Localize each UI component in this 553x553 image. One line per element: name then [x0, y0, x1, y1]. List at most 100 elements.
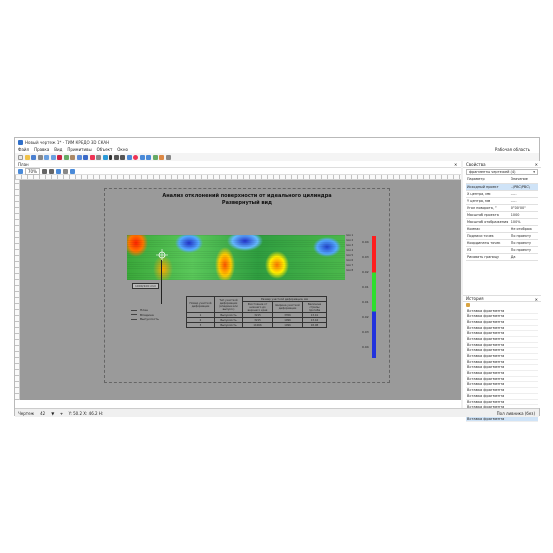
mirror-icon[interactable] [102, 154, 108, 160]
menu-view[interactable]: Вид [54, 147, 62, 152]
deformation-table: Номер участкой деформации Тип участкой д… [186, 296, 327, 328]
property-value[interactable]: 0°00'00" [509, 204, 538, 212]
property-value[interactable]: По проекту [509, 246, 538, 254]
table-header: Тип участкой деформации (впадина или вып… [214, 296, 243, 313]
cut-icon[interactable] [57, 154, 62, 160]
legend-line [131, 309, 137, 311]
menu-primitives[interactable]: Примитивы [67, 147, 91, 152]
snap-toggle-icon[interactable]: ⌖ [60, 411, 62, 416]
polyline-icon[interactable] [120, 154, 125, 160]
property-name: X центра, мм [466, 190, 510, 198]
property-name: Рисовать границу [466, 253, 510, 261]
property-row[interactable]: Рисовать границу Да [466, 253, 538, 261]
property-value[interactable]: ..\PBC\PBC\ [509, 183, 538, 191]
pan-icon[interactable] [55, 168, 61, 174]
plan-tab[interactable]: План ✕ [15, 161, 461, 168]
property-row[interactable]: X центра, мм -.-.- [466, 190, 538, 198]
drawing-subtitle: Развернутый вид [221, 200, 273, 206]
close-icon[interactable]: ✕ [535, 297, 538, 302]
rect-icon[interactable] [126, 154, 132, 160]
properties-title: Свойства [466, 161, 486, 167]
property-value[interactable]: По проекту [509, 239, 538, 247]
table-header: Величина стрелы прогиба [302, 301, 327, 313]
workspace-label[interactable]: Рабочая область [495, 147, 530, 152]
grid-icon[interactable] [62, 168, 68, 174]
close-icon[interactable]: ✕ [535, 162, 538, 167]
property-row[interactable]: Y центра, мм -.-.- [466, 197, 538, 205]
object-filter-select[interactable]: фрагменты чертежей (4) ▾ [466, 169, 538, 175]
scale-icon[interactable] [96, 154, 101, 160]
table-cell: 11066 [242, 322, 273, 328]
row-label: поя 1 [346, 234, 354, 237]
property-value[interactable]: По проекту [509, 232, 538, 240]
page-label: Пол ливника (без) [496, 410, 535, 416]
text-icon[interactable] [109, 154, 112, 160]
column-header: Значение [509, 176, 538, 184]
drawing-tab[interactable]: Чертеж [18, 411, 34, 416]
property-name: Компас [466, 225, 510, 233]
properties-header[interactable]: Свойства ✕ [463, 161, 541, 168]
save-icon[interactable] [31, 154, 36, 160]
arc-icon[interactable] [139, 154, 145, 160]
property-row[interactable]: Масштаб отображения 100% [466, 218, 538, 226]
property-value[interactable]: -.-.- [509, 190, 538, 198]
scale-label: 0.04 [362, 240, 369, 244]
list-item[interactable]: Вставка фрагмента [466, 416, 538, 423]
property-value[interactable]: -.-.- [509, 197, 538, 205]
menu-file[interactable]: Файл [18, 147, 29, 152]
print-icon[interactable] [37, 154, 43, 160]
property-value[interactable]: Да [509, 253, 538, 261]
property-row[interactable]: Подписи точек По проекту [466, 232, 538, 240]
legend-line [131, 314, 137, 316]
broom-icon[interactable] [466, 302, 538, 308]
circle-icon[interactable] [133, 154, 138, 160]
history-header[interactable]: История ✕ [463, 294, 541, 302]
chevron-down-icon: ▾ [533, 170, 535, 174]
zoom-fit-icon[interactable] [18, 168, 23, 174]
property-value[interactable]: Не отображ [509, 225, 538, 233]
zoom-select[interactable]: 70% [25, 167, 40, 175]
props-icon[interactable] [165, 154, 171, 160]
close-icon[interactable]: ✕ [454, 162, 457, 167]
property-row[interactable]: Координаты точек По проекту [466, 239, 538, 247]
new-icon[interactable] [18, 154, 23, 160]
table-header: Расстояние от нижнего до верхнего края [242, 301, 273, 313]
hatch-icon[interactable] [146, 154, 151, 160]
property-name: УЗ [466, 246, 510, 254]
scale-label: 0.03 [362, 255, 369, 259]
property-row[interactable]: Компас Не отображ [466, 225, 538, 233]
table-header-row: Параметр Значение [466, 176, 538, 184]
property-row[interactable]: УЗ По проекту [466, 246, 538, 254]
zoom-in-icon[interactable] [41, 168, 47, 174]
table-row: 3 Выпуклость 11066 1096 18.08 [186, 322, 327, 328]
table-cell: Выпуклость [214, 322, 243, 328]
app-window: Новый чертеж 1* - ТИМ КРЕДО 3D СКАН Файл… [14, 137, 541, 423]
layer-icon[interactable] [159, 154, 164, 160]
menu-object[interactable]: Объект [97, 147, 113, 152]
property-name: Угол поворота, ° [466, 204, 510, 212]
legend-line [131, 318, 137, 320]
property-row[interactable]: Угол поворота, ° 0°00'00" [466, 204, 538, 212]
menu-window[interactable]: Окно [117, 147, 128, 152]
redo-icon[interactable] [50, 154, 56, 160]
undo-icon[interactable] [44, 154, 49, 160]
paste-icon[interactable] [70, 154, 75, 160]
select-icon[interactable] [76, 154, 82, 160]
drawing-canvas[interactable]: Анализ отклонений поверхности от идеальн… [20, 180, 461, 400]
zoom-out-icon[interactable] [48, 168, 54, 174]
snap-icon[interactable] [69, 168, 75, 174]
property-row[interactable]: Исходный проект ..\PBC\PBC\ [466, 183, 538, 191]
dim-icon[interactable] [152, 154, 158, 160]
property-value[interactable]: 1000 [509, 211, 538, 219]
property-value[interactable]: 100% [509, 218, 538, 226]
copy-icon[interactable] [63, 154, 69, 160]
filter-icon[interactable]: ▼ [51, 411, 54, 416]
menu-edit[interactable]: Правка [34, 147, 49, 152]
property-row[interactable]: Масштаб проекта 1000 [466, 211, 538, 219]
cursor-guide-line [161, 260, 162, 304]
open-icon[interactable] [24, 154, 30, 160]
rotate-icon[interactable] [89, 154, 95, 160]
line-icon[interactable] [113, 154, 119, 160]
move-icon[interactable] [83, 154, 88, 160]
table-header: Номер участкой деформации [186, 296, 215, 313]
